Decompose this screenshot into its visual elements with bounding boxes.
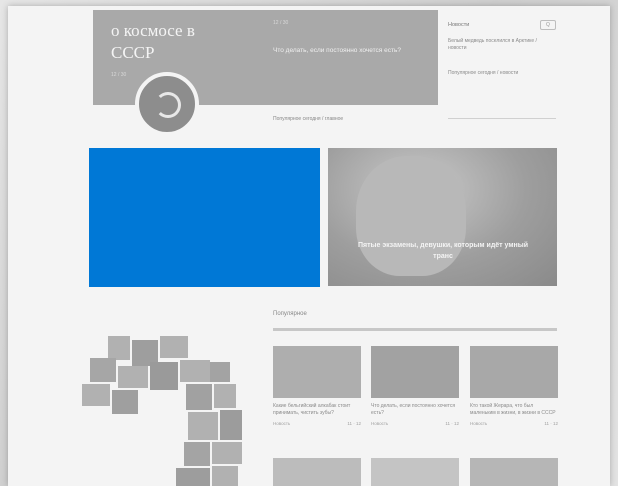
web-page-screenshot: о космосе в СССР 12 / 30 12 / 30 Что дел… <box>8 6 610 486</box>
promo-banner[interactable]: Пятые экзамены, девушки, которым идёт ум… <box>328 148 557 286</box>
sidebar-column: Новости Q Белый медведь поселился в Аркт… <box>448 20 556 77</box>
promo-text: Пятые экзамены, девушки, которым идёт ум… <box>357 242 529 260</box>
article-title: Что делать, если постоянно хочется есть? <box>371 403 456 416</box>
article-meta: Новость 11 · 12 <box>371 421 459 426</box>
sidebar-link-1[interactable]: Белый медведь поселился в Арктике / ново… <box>448 38 556 52</box>
article-image <box>470 346 558 398</box>
article-meta: Новость 11 · 12 <box>273 421 361 426</box>
article-card-5[interactable] <box>371 458 459 486</box>
article-card-1[interactable]: Какие бельгийский алкабак стоит принимат… <box>273 346 361 426</box>
article-image <box>273 458 361 486</box>
collage-tile <box>112 390 138 414</box>
collage-tile <box>212 442 242 464</box>
collage-tile <box>220 410 242 440</box>
article-image <box>470 458 558 486</box>
article-meta-left: Новость <box>273 421 291 426</box>
hero-circle-logo <box>135 72 199 136</box>
collage-tile <box>188 412 218 440</box>
article-title: Какие бельгийский алкабак стоит принимат… <box>273 403 351 416</box>
collage-tile <box>150 362 178 390</box>
search-icon[interactable]: Q <box>540 20 556 30</box>
collage-tile <box>186 384 212 410</box>
article-meta-right: 11 · 12 <box>445 421 459 426</box>
collage-tile <box>184 442 210 466</box>
collage-tile <box>108 336 130 360</box>
article-meta-right: 11 · 12 <box>544 421 558 426</box>
article-title: Кто такой Жерара, что был маленьким в жи… <box>470 403 556 416</box>
section-title: Популярное <box>273 311 307 317</box>
hero-caption: Популярное сегодня / главное <box>273 116 344 122</box>
collage-tile <box>210 362 230 382</box>
collage-tile <box>118 366 148 388</box>
article-meta-right: 11 · 12 <box>347 421 361 426</box>
sidebar-header: Новости Q <box>448 20 556 30</box>
hero-question[interactable]: Что делать, если постоянно хочется есть? <box>273 46 403 55</box>
collage-tile <box>160 336 188 358</box>
article-meta-left: Новость <box>470 421 488 426</box>
collage-tile <box>180 360 210 382</box>
sidebar-divider <box>448 118 556 119</box>
blue-placeholder-block[interactable] <box>89 148 320 287</box>
hero-small-bottom: 12 / 30 <box>111 72 127 78</box>
collage-tile <box>176 468 210 486</box>
article-meta: Новость 11 · 12 <box>470 421 558 426</box>
collage-tile <box>212 466 238 486</box>
section-divider <box>273 328 557 331</box>
article-card-3[interactable]: Кто такой Жерара, что был маленьким в жи… <box>470 346 558 426</box>
article-meta-left: Новость <box>371 421 389 426</box>
hero-small-top: 12 / 30 <box>273 20 289 26</box>
collage-tile <box>214 384 236 408</box>
hero-banner[interactable]: о космосе в СССР 12 / 30 12 / 30 Что дел… <box>93 10 438 136</box>
article-image <box>371 346 459 398</box>
article-image <box>371 458 459 486</box>
article-card-6[interactable] <box>470 458 558 486</box>
hero-title: о космосе в СССР <box>111 21 195 62</box>
collage-tile <box>90 358 116 382</box>
article-image <box>273 346 361 398</box>
sidebar-label: Новости <box>448 22 470 28</box>
collage-tile <box>82 384 110 406</box>
sidebar-link-2[interactable]: Популярное сегодня / новости <box>448 70 556 77</box>
photo-collage[interactable] <box>76 336 246 486</box>
article-card-2[interactable]: Что делать, если постоянно хочется есть?… <box>371 346 459 426</box>
article-card-4[interactable] <box>273 458 361 486</box>
